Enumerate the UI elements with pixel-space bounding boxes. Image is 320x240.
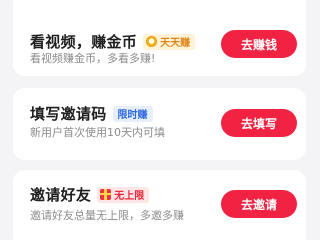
task-title: 邀请好友 [30, 186, 92, 204]
go-earn-button[interactable]: 去赚钱 [221, 30, 297, 58]
badge-label: 天天赚 [160, 38, 191, 49]
task-subtitle: 新用户首次使用10天内可填 [30, 126, 165, 139]
badge-label: 限时赚 [117, 110, 148, 121]
task-card-watch-video: 看视频，赚金币 ● 天天赚 看视频赚金币，多看多赚! 去赚钱 [13, 0, 306, 76]
task-subtitle: 邀请好友总量无上限，多邀多赚 [30, 209, 184, 222]
unlimited-badge: 无上限 [97, 186, 150, 203]
gift-icon [100, 189, 112, 200]
task-title-row: 填写邀请码 限时赚 [30, 103, 153, 124]
fill-in-button[interactable]: 去填写 [221, 109, 297, 137]
limited-time-badge: 限时赚 [112, 105, 153, 122]
badge-label: 无上限 [114, 191, 145, 202]
coin-icon: ● [146, 36, 158, 47]
task-card-invite-code: 填写邀请码 限时赚 新用户首次使用10天内可填 去填写 [13, 88, 306, 160]
task-card-invite-friends: 邀请好友 无上限 邀请好友总量无上限，多邀多赚 去邀请 [13, 170, 306, 240]
task-subtitle: 看视频赚金币，多看多赚! [30, 52, 156, 65]
task-title-row: 邀请好友 无上限 [30, 184, 150, 205]
invite-button[interactable]: 去邀请 [221, 190, 297, 218]
task-title: 填写邀请码 [30, 105, 107, 123]
task-title-row: 看视频，赚金币 ● 天天赚 [30, 31, 196, 52]
task-title: 看视频，赚金币 [30, 33, 138, 51]
task-list: 看视频，赚金币 ● 天天赚 看视频赚金币，多看多赚! 去赚钱 填写邀请码 限时赚… [0, 0, 320, 240]
daily-earn-badge: ● 天天赚 [143, 33, 196, 50]
